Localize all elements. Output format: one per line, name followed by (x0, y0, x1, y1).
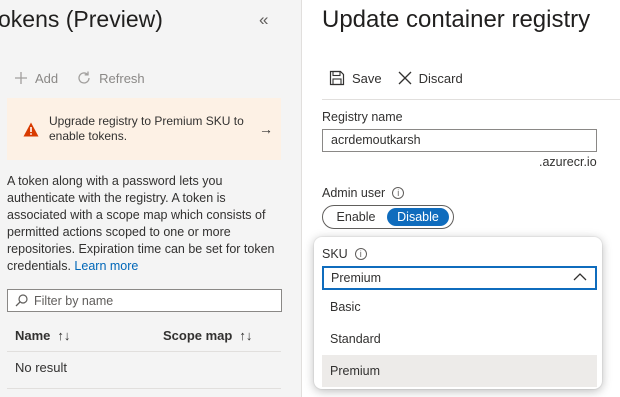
add-label: Add (35, 70, 59, 86)
banner-text: Upgrade registry to Premium SKU to enabl… (49, 114, 244, 143)
registry-name-label: Registry name (322, 110, 403, 124)
save-label: Save (352, 70, 382, 86)
table-header-divider (7, 351, 281, 352)
chevron-up-icon (573, 273, 587, 281)
sku-selected-value: Premium (331, 271, 382, 285)
admin-disable-option[interactable]: Disable (387, 208, 449, 226)
description-text: A token along with a password lets you a… (7, 174, 275, 273)
add-button[interactable]: Add (14, 71, 58, 86)
update-registry-title: Update container registry (322, 6, 591, 33)
table-divider (7, 388, 281, 389)
admin-enable-option[interactable]: Enable (325, 208, 387, 226)
refresh-button[interactable]: Refresh (76, 70, 145, 86)
admin-user-toggle[interactable]: Enable Disable (322, 205, 454, 229)
upgrade-banner[interactable]: Upgrade registry to Premium SKU to enabl… (7, 98, 281, 160)
empty-table-message: No result (15, 360, 68, 375)
close-icon (398, 71, 412, 85)
plus-icon (15, 72, 27, 84)
learn-more-link[interactable]: Learn more (74, 259, 138, 273)
admin-user-label: Admin user i (322, 186, 405, 200)
refresh-icon (78, 71, 90, 84)
tokens-description: A token along with a password lets you a… (7, 173, 279, 275)
arrow-right-icon: → (259, 121, 273, 137)
sku-option-standard[interactable]: Standard (322, 323, 597, 355)
tokens-toolbar: Add Refresh (14, 70, 163, 86)
filter-placeholder: Filter by name (34, 293, 114, 308)
column-header-name[interactable]: Name ↑↓ (15, 328, 70, 343)
sku-option-basic[interactable]: Basic (322, 291, 597, 323)
search-icon (15, 294, 28, 307)
registry-name-label-text: Registry name (322, 110, 403, 124)
blade-title: okens (Preview) (0, 6, 163, 32)
column-name-label: Name (15, 328, 51, 343)
discard-label: Discard (418, 70, 463, 86)
registry-domain-suffix: .azurecr.io (539, 155, 597, 169)
sku-select[interactable]: Premium (322, 266, 597, 290)
info-icon[interactable]: i (354, 248, 367, 260)
column-header-scope-map[interactable]: Scope map ↑↓ (163, 328, 252, 343)
tokens-blade: okens (Preview) « Add Refresh Upgrade re… (0, 0, 301, 397)
sku-dropdown-card: SKU i Premium Basic Standard Premium (314, 237, 602, 389)
refresh-label: Refresh (99, 70, 145, 86)
sort-icon: ↑↓ (57, 328, 71, 343)
collapse-blade-button[interactable]: « (259, 10, 268, 30)
info-icon[interactable]: i (392, 187, 405, 199)
toolbar-divider (322, 99, 620, 100)
sku-option-premium[interactable]: Premium (322, 355, 597, 387)
sku-label-text: SKU (322, 247, 348, 261)
column-scope-map-label: Scope map (163, 328, 233, 343)
discard-button[interactable]: Discard (398, 71, 463, 86)
sort-icon: ↑↓ (239, 328, 253, 343)
admin-user-label-text: Admin user (322, 186, 386, 200)
registry-name-input[interactable]: acrdemoutkarsh (322, 129, 597, 152)
sku-label: SKU i (322, 247, 367, 261)
blade-separator (301, 0, 302, 397)
update-toolbar: Save Discard (329, 70, 479, 86)
filter-input[interactable]: Filter by name (7, 289, 282, 312)
save-icon (329, 70, 345, 86)
save-button[interactable]: Save (329, 70, 382, 86)
warning-icon (23, 122, 39, 136)
